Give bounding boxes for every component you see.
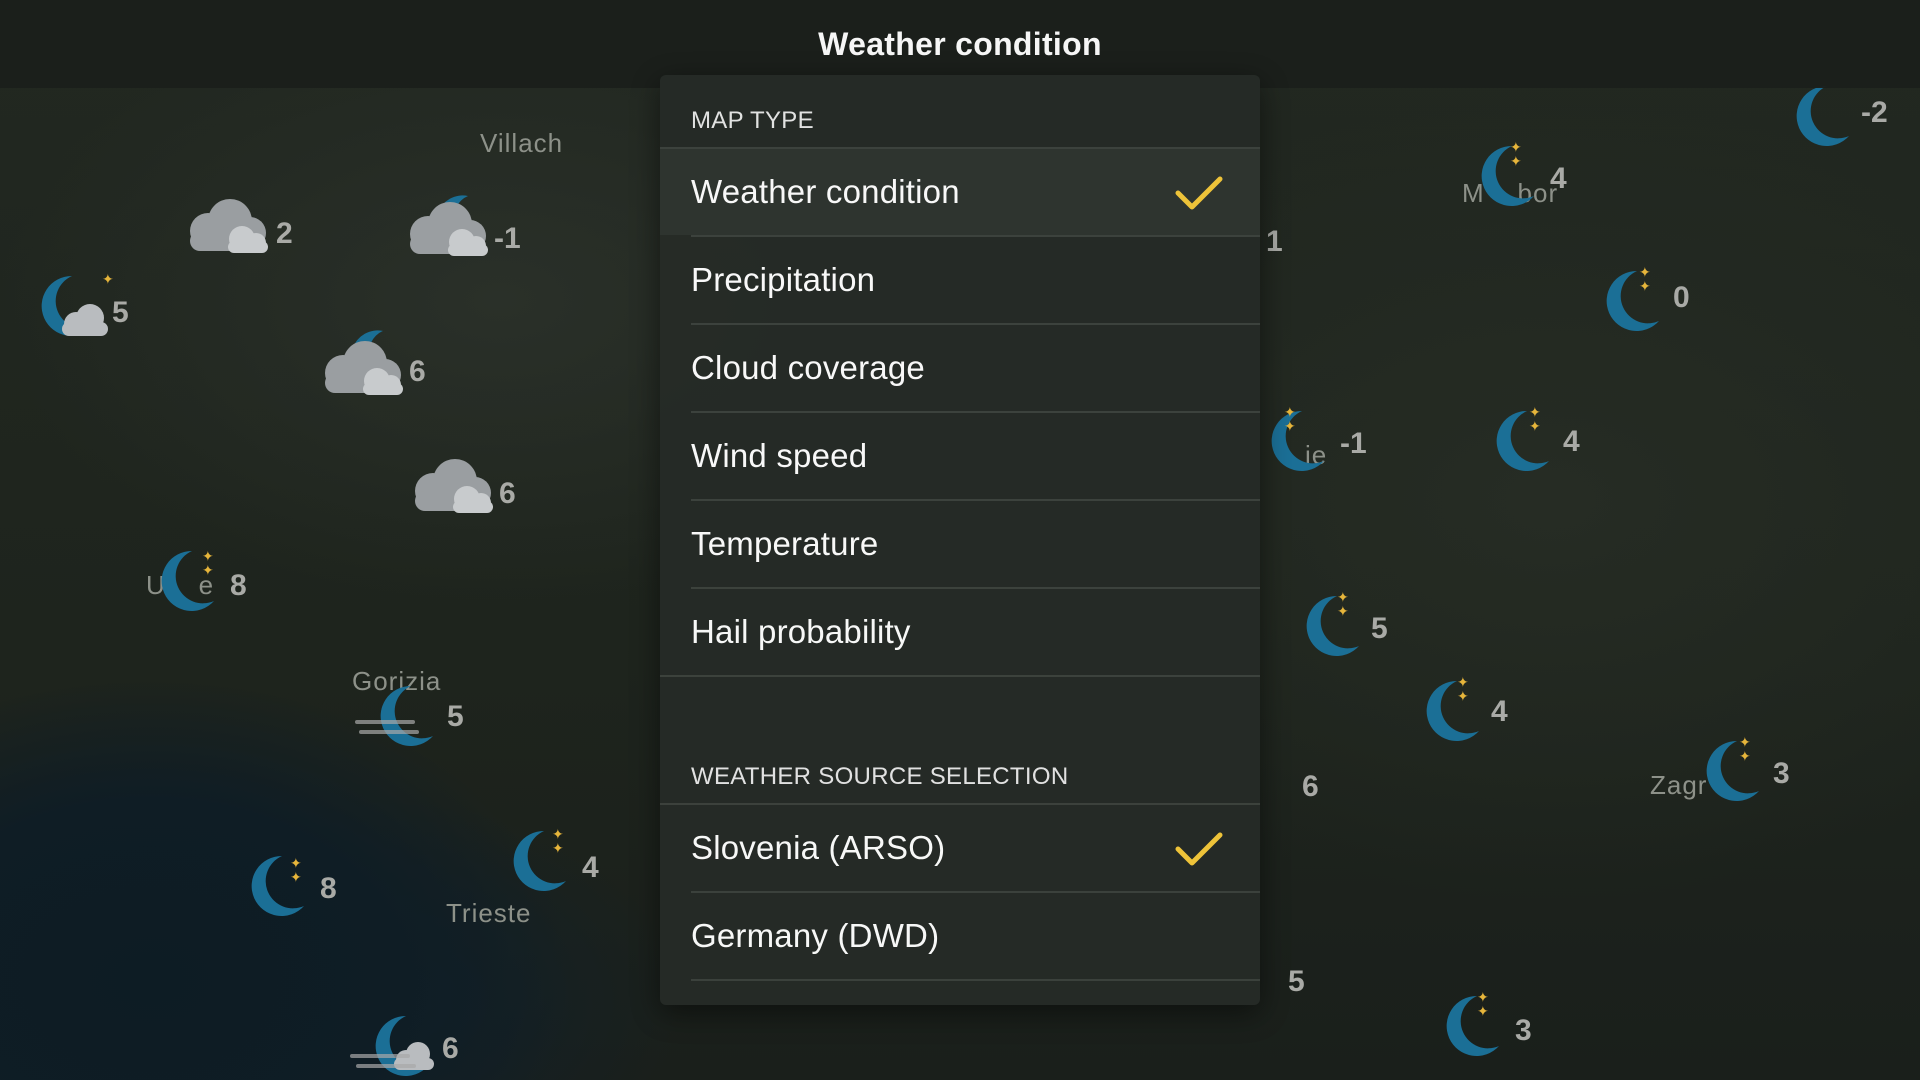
fog-icon	[355, 720, 415, 724]
cloud-icon	[190, 199, 268, 253]
stars-icon: ✦ ✦	[1477, 989, 1489, 1019]
menu-item-precipitation[interactable]: Precipitation	[660, 237, 1260, 323]
menu-item-hail-probability[interactable]: Hail probability	[660, 589, 1260, 675]
temperature-value: 8	[230, 569, 247, 602]
menu-item-temperature[interactable]: Temperature	[660, 501, 1260, 587]
moon-icon	[1706, 740, 1759, 801]
menu-item-label: Temperature	[691, 525, 879, 562]
stars-icon: ✦ ✦	[290, 855, 302, 885]
page-title: Weather condition	[818, 25, 1102, 62]
temperature-value: -1	[494, 222, 521, 255]
menu-item-source-germany-dwd[interactable]: Germany (DWD)	[660, 893, 1260, 979]
fog-icon	[350, 1054, 410, 1058]
menu-item-source-slovenia-arso[interactable]: Slovenia (ARSO)	[660, 805, 1260, 891]
section-header-weather-source: WEATHER SOURCE SELECTION	[691, 763, 1069, 790]
temperature-value: 6	[1302, 770, 1319, 803]
stars-icon: ✦ ✦	[1639, 264, 1651, 294]
moon-icon	[1481, 145, 1534, 206]
temperature-value: 4	[1550, 162, 1567, 195]
checkmark-icon	[1175, 832, 1223, 866]
stars-icon: ✦ ✦	[552, 826, 564, 856]
menu-item-label: Hail probability	[691, 613, 911, 650]
temperature-value: 5	[1371, 612, 1388, 645]
moon-icon	[380, 685, 433, 746]
temperature-value: 0	[1673, 281, 1690, 314]
temperature-value: 8	[320, 872, 337, 905]
stars-icon: ✦ ✦	[1510, 139, 1522, 169]
fog-icon	[359, 730, 419, 734]
stars-icon: ✦ ✦	[1457, 674, 1469, 704]
temperature-value: 1	[1266, 225, 1283, 258]
stars-icon: ✦ ✦	[1337, 589, 1349, 619]
map-type-menu: MAP TYPE Weather condition Precipitation…	[660, 75, 1260, 1005]
divider	[691, 979, 1260, 981]
stars-icon: ✦	[102, 271, 114, 287]
moon-icon	[1426, 680, 1479, 741]
temperature-value: 6	[499, 477, 516, 510]
city-label-villach: Villach	[480, 128, 564, 158]
moon-icon	[1446, 995, 1499, 1056]
stars-icon: ✦ ✦	[1739, 734, 1751, 764]
moon-icon	[1796, 85, 1849, 146]
menu-item-label: Germany (DWD)	[691, 917, 940, 954]
city-label-trieste: Trieste	[446, 898, 532, 928]
stars-icon: ✦ ✦	[1284, 404, 1296, 434]
stars-icon: ✦ ✦	[202, 548, 214, 578]
temperature-value: 4	[1491, 695, 1508, 728]
temperature-value: 6	[442, 1032, 459, 1065]
menu-item-cloud-coverage[interactable]: Cloud coverage	[660, 325, 1260, 411]
cloud-icon	[62, 304, 108, 336]
temperature-value: 3	[1773, 757, 1790, 790]
cloud-icon	[325, 341, 403, 395]
menu-item-label: Weather condition	[691, 173, 960, 210]
menu-item-weather-condition[interactable]: Weather condition	[660, 149, 1260, 235]
moon-icon	[1606, 270, 1659, 331]
temperature-value: 4	[1563, 425, 1580, 458]
stars-icon: ✦ ✦	[1529, 404, 1541, 434]
cloud-icon	[410, 202, 488, 256]
temperature-value: 2	[276, 217, 293, 250]
temperature-value: 5	[112, 296, 129, 329]
temperature-value: 5	[1288, 965, 1305, 998]
fog-icon	[356, 1064, 416, 1068]
divider	[660, 675, 1260, 677]
temperature-value: 4	[582, 851, 599, 884]
menu-item-wind-speed[interactable]: Wind speed	[660, 413, 1260, 499]
temperature-value: -1	[1340, 427, 1367, 460]
temperature-value: 6	[409, 355, 426, 388]
menu-item-label: Slovenia (ARSO)	[691, 829, 946, 866]
moon-icon	[1306, 595, 1359, 656]
menu-item-label: Precipitation	[691, 261, 876, 298]
menu-item-label: Cloud coverage	[691, 349, 925, 386]
cloud-icon	[415, 459, 493, 513]
temperature-value: 3	[1515, 1014, 1532, 1047]
moon-icon	[1496, 410, 1549, 471]
checkmark-icon	[1175, 176, 1223, 210]
temperature-value: 5	[447, 700, 464, 733]
menu-item-label: Wind speed	[691, 437, 868, 474]
temperature-value: -2	[1861, 96, 1888, 129]
section-header-map-type: MAP TYPE	[691, 107, 814, 134]
